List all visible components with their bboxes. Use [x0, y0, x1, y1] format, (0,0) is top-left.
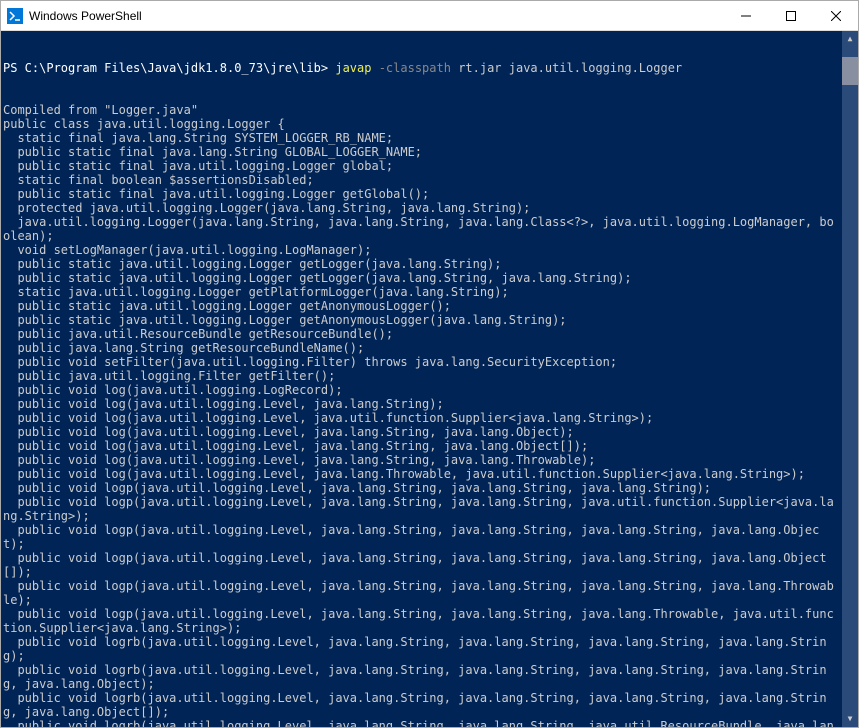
output-line: Compiled from "Logger.java"	[3, 103, 858, 117]
scrollbar-thumb[interactable]	[842, 57, 858, 85]
command-line: PS C:\Program Files\Java\jdk1.8.0_73\jre…	[3, 61, 858, 75]
output-line: static java.util.logging.Logger getPlatf…	[3, 285, 858, 299]
output-line: public void logrb(java.util.logging.Leve…	[3, 691, 858, 719]
close-button[interactable]	[813, 1, 858, 30]
output-line: public void logp(java.util.logging.Level…	[3, 579, 858, 607]
powershell-icon	[7, 8, 23, 24]
output-line: public static java.util.logging.Logger g…	[3, 271, 858, 285]
terminal-viewport[interactable]: PS C:\Program Files\Java\jdk1.8.0_73\jre…	[1, 31, 858, 727]
output-line: public void log(java.util.logging.LogRec…	[3, 383, 858, 397]
output-line: public static final java.util.logging.Lo…	[3, 187, 858, 201]
output-line: static final java.lang.String SYSTEM_LOG…	[3, 131, 858, 145]
output-line: public void logp(java.util.logging.Level…	[3, 481, 858, 495]
output-line: public void logp(java.util.logging.Level…	[3, 551, 858, 579]
output-line: static final boolean $assertionsDisabled…	[3, 173, 858, 187]
output-line: public void log(java.util.logging.Level,…	[3, 397, 858, 411]
scrollbar-track[interactable]	[842, 31, 858, 727]
output-line: void setLogManager(java.util.logging.Log…	[3, 243, 858, 257]
output-line: public static java.util.logging.Logger g…	[3, 257, 858, 271]
maximize-button[interactable]	[768, 1, 813, 30]
output-line: public void logp(java.util.logging.Level…	[3, 495, 858, 523]
scrollbar-up-arrow[interactable]: ▲	[842, 31, 858, 47]
output-line: public void setFilter(java.util.logging.…	[3, 355, 858, 369]
output-line: public void log(java.util.logging.Level,…	[3, 453, 858, 467]
window-title: Windows PowerShell	[29, 9, 723, 23]
output-line: protected java.util.logging.Logger(java.…	[3, 201, 858, 215]
prompt: PS C:\Program Files\Java\jdk1.8.0_73\jre…	[3, 61, 328, 75]
scrollbar-down-arrow[interactable]: ▼	[842, 711, 858, 727]
command-name: javap	[335, 61, 371, 75]
minimize-button[interactable]	[723, 1, 768, 30]
output-line: public void log(java.util.logging.Level,…	[3, 411, 858, 425]
output-line: public java.util.ResourceBundle getResou…	[3, 327, 858, 341]
output-line: public void log(java.util.logging.Level,…	[3, 425, 858, 439]
output-line: public void logrb(java.util.logging.Leve…	[3, 635, 858, 663]
output-line: public void logp(java.util.logging.Level…	[3, 523, 858, 551]
terminal-output: Compiled from "Logger.java"public class …	[3, 103, 858, 727]
output-line: public static final java.lang.String GLO…	[3, 145, 858, 159]
output-line: public static java.util.logging.Logger g…	[3, 313, 858, 327]
output-line: public static java.util.logging.Logger g…	[3, 299, 858, 313]
output-line: public void logrb(java.util.logging.Leve…	[3, 663, 858, 691]
output-line: public static final java.util.logging.Lo…	[3, 159, 858, 173]
output-line: public void log(java.util.logging.Level,…	[3, 439, 858, 453]
command-args: rt.jar java.util.logging.Logger	[458, 61, 682, 75]
window-controls	[723, 1, 858, 30]
output-line: public void log(java.util.logging.Level,…	[3, 467, 858, 481]
output-line: public java.lang.String getResourceBundl…	[3, 341, 858, 355]
window-titlebar[interactable]: Windows PowerShell	[1, 1, 858, 31]
output-line: public class java.util.logging.Logger {	[3, 117, 858, 131]
output-line: public java.util.logging.Filter getFilte…	[3, 369, 858, 383]
command-option: -classpath	[379, 61, 451, 75]
output-line: public void logrb(java.util.logging.Leve…	[3, 719, 858, 727]
output-line: public void logp(java.util.logging.Level…	[3, 607, 858, 635]
output-line: java.util.logging.Logger(java.lang.Strin…	[3, 215, 858, 243]
